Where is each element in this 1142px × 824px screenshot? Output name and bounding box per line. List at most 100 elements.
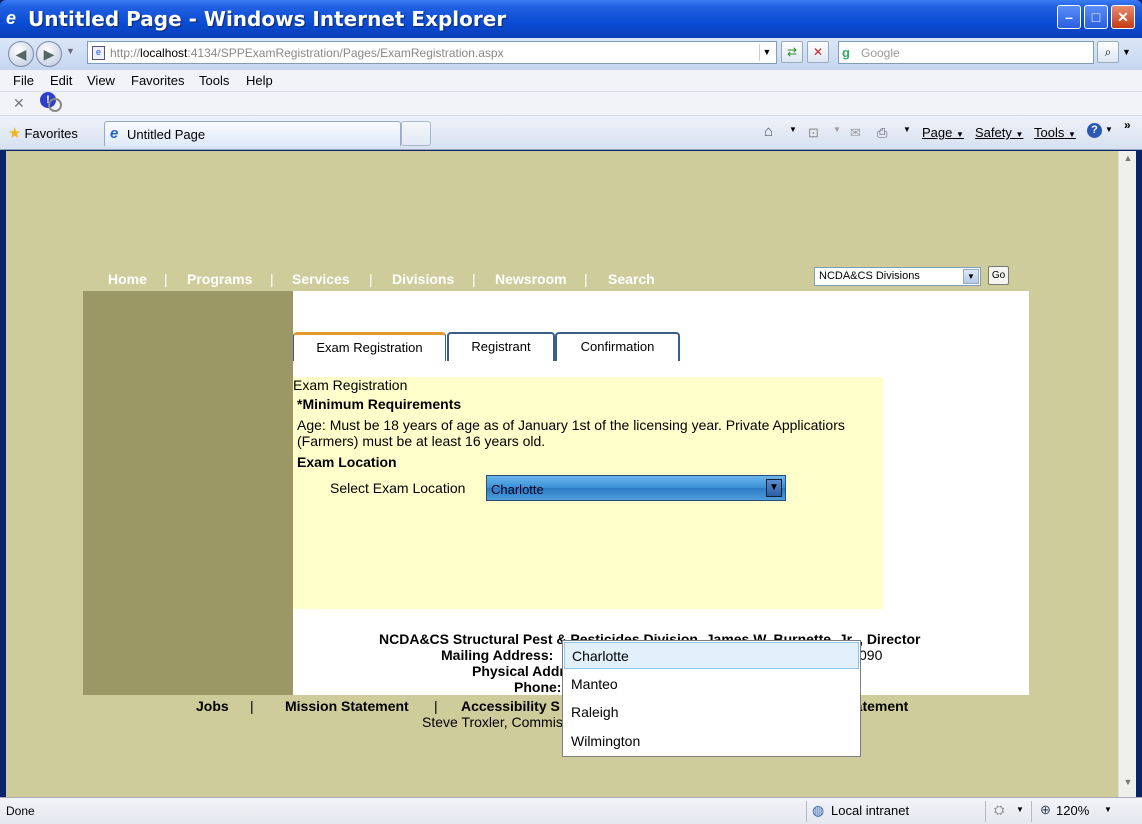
security-zone[interactable]: Local intranet <box>831 803 909 818</box>
zoom-dropdown-icon[interactable]: ▼ <box>1104 805 1112 814</box>
tools-menu[interactable]: Tools ▼ <box>1034 125 1076 140</box>
nav-programs[interactable]: Programs <box>187 271 252 287</box>
address-url[interactable]: http://localhost:4134/SPPExamRegistratio… <box>110 46 504 60</box>
chevron-down-icon[interactable]: ▼ <box>963 269 979 284</box>
back-button[interactable]: ◀ <box>8 41 34 67</box>
home-dropdown-icon[interactable]: ▼ <box>789 125 797 134</box>
divisions-select[interactable]: NCDA&CS Divisions ▼ <box>814 267 981 286</box>
refresh-icon[interactable]: ⇄ <box>781 41 803 63</box>
maximize-button[interactable]: □ <box>1084 5 1108 29</box>
mail-icon[interactable]: ✉ <box>850 125 861 141</box>
nav-separator: | <box>472 271 476 287</box>
recent-pages-dropdown-icon[interactable]: ▼ <box>66 46 75 56</box>
exam-location-value: Charlotte <box>491 482 544 497</box>
menu-file[interactable]: File <box>13 73 34 88</box>
vertical-scrollbar[interactable]: ▲ ▼ <box>1118 151 1136 797</box>
nav-newsroom[interactable]: Newsroom <box>495 271 567 287</box>
feeds-dropdown-icon[interactable]: ▼ <box>833 125 841 134</box>
protected-mode-dropdown-icon[interactable]: ▼ <box>1016 805 1024 814</box>
footer-link-accessibility[interactable]: Accessibility S <box>461 698 560 714</box>
nav-divisions[interactable]: Divisions <box>392 271 454 287</box>
address-bar[interactable]: e http://localhost:4134/SPPExamRegistrat… <box>87 41 777 64</box>
exam-location-label: Select Exam Location <box>330 480 466 496</box>
nav-services[interactable]: Services <box>292 271 350 287</box>
favorites-label: Favorites <box>24 126 78 141</box>
menu-bar: File Edit View Favorites Tools Help <box>0 70 1142 92</box>
search-placeholder: Google <box>861 46 900 60</box>
tab-exam-registration[interactable]: Exam Registration <box>293 332 446 361</box>
nav-separator: | <box>369 271 373 287</box>
zoom-level[interactable]: 120% <box>1056 803 1089 818</box>
status-bar: Done ◍ Local intranet ⛭ ▼ ⊕ 120% ▼ <box>0 797 1142 824</box>
menu-favorites[interactable]: Favorites <box>131 73 184 88</box>
exam-location-title: Exam Location <box>297 454 397 470</box>
footer-link-jobs[interactable]: Jobs <box>196 698 229 714</box>
search-icon[interactable]: ⌕ <box>1097 41 1119 63</box>
option-wilmington[interactable]: Wilmington <box>564 728 859 755</box>
page-icon: e <box>92 46 105 60</box>
chevron-down-icon[interactable]: ▼ <box>766 479 782 497</box>
option-charlotte[interactable]: Charlotte <box>564 642 859 669</box>
browser-tab-label: Untitled Page <box>127 127 206 142</box>
scroll-down-icon[interactable]: ▼ <box>1121 777 1135 793</box>
chevron-more-icon[interactable]: » <box>1124 118 1131 132</box>
exam-location-dropdown: Charlotte Manteo Raleigh Wilmington <box>562 640 861 757</box>
magnifier-icon <box>48 98 62 112</box>
menu-view[interactable]: View <box>87 73 115 88</box>
search-options-dropdown-icon[interactable]: ▼ <box>1122 47 1131 57</box>
nav-home[interactable]: Home <box>108 271 147 287</box>
footer-mailing-label: Mailing Address: <box>441 647 554 663</box>
print-dropdown-icon[interactable]: ▼ <box>903 125 911 134</box>
page-menu[interactable]: Page ▼ <box>922 125 964 140</box>
status-divider <box>985 801 986 822</box>
forward-button[interactable]: ▶ <box>36 41 62 67</box>
left-sidebar <box>83 291 293 695</box>
option-raleigh[interactable]: Raleigh <box>564 699 859 726</box>
nav-separator: | <box>270 271 274 287</box>
nav-search[interactable]: Search <box>608 271 655 287</box>
nav-separator: | <box>584 271 588 287</box>
footer-commissioner: Steve Troxler, Commis <box>422 714 563 730</box>
divisions-select-value: NCDA&CS Divisions <box>819 270 920 282</box>
ie-tab-icon: e <box>110 125 119 142</box>
help-icon[interactable]: ? <box>1087 123 1102 138</box>
browser-tab[interactable]: e Untitled Page <box>104 121 401 146</box>
help-dropdown-icon[interactable]: ▼ <box>1105 125 1113 134</box>
tab-registrant[interactable]: Registrant <box>447 332 555 361</box>
tab-confirmation[interactable]: Confirmation <box>555 332 680 361</box>
menu-edit[interactable]: Edit <box>50 73 72 88</box>
exam-location-select[interactable]: Charlotte ▼ <box>486 475 786 501</box>
google-icon: g <box>842 45 850 60</box>
panel-heading: Exam Registration <box>293 377 408 393</box>
globe-icon: ◍ <box>812 802 825 818</box>
ie-logo-icon: e <box>6 8 17 28</box>
protected-mode-icon[interactable]: ⛭ <box>994 802 1004 818</box>
title-bar: e Untitled Page - Windows Internet Explo… <box>0 0 1142 38</box>
minimize-button[interactable]: – <box>1057 5 1081 29</box>
star-icon: ★ <box>8 125 22 142</box>
print-icon[interactable]: ⎙ <box>877 125 887 141</box>
search-input[interactable]: g Google <box>838 41 1094 64</box>
option-manteo[interactable]: Manteo <box>564 671 859 698</box>
address-dropdown-icon[interactable]: ▼ <box>759 44 774 61</box>
address-row: ◀ ▶ ▼ e http://localhost:4134/SPPExamReg… <box>0 38 1142 70</box>
new-tab-button[interactable] <box>401 121 431 146</box>
favorites-button[interactable]: ★ Favorites <box>8 124 78 142</box>
requirements-text: Age: Must be 18 years of age as of Janua… <box>297 417 845 449</box>
scroll-up-icon[interactable]: ▲ <box>1121 153 1135 169</box>
close-toolbar-icon[interactable]: ✕ <box>13 95 25 112</box>
close-window-button[interactable]: ✕ <box>1111 5 1135 29</box>
footer-link-mission[interactable]: Mission Statement <box>285 698 409 714</box>
menu-tools[interactable]: Tools <box>199 73 229 88</box>
requirements-title: *Minimum Requirements <box>297 396 462 412</box>
go-button[interactable]: Go <box>988 266 1009 285</box>
window-title: Untitled Page - Windows Internet Explore… <box>28 7 507 31</box>
zoom-icon: ⊕ <box>1040 802 1051 817</box>
page-viewport: Home | Programs | Services | Divisions |… <box>6 151 1118 797</box>
safety-menu[interactable]: Safety ▼ <box>975 125 1023 140</box>
feeds-icon[interactable]: ⊡ <box>808 125 819 141</box>
menu-help[interactable]: Help <box>246 73 273 88</box>
footer-separator: | <box>250 698 254 714</box>
stop-icon[interactable]: ✕ <box>807 41 829 63</box>
home-icon[interactable]: ⌂ <box>764 123 773 140</box>
